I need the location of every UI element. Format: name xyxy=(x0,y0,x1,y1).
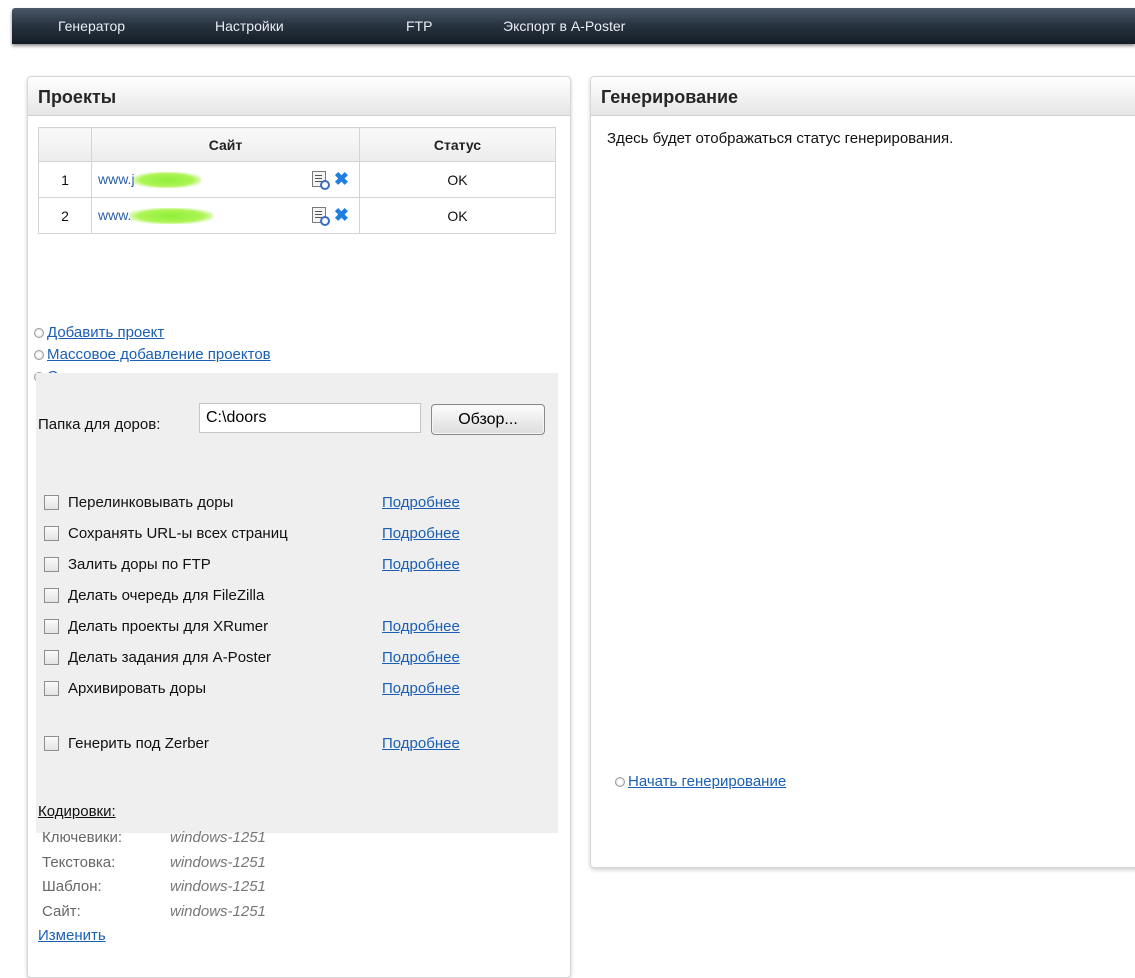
option-label: Залить доры по FTP xyxy=(68,556,211,573)
bulk-add-projects-link[interactable]: Массовое добавление проектов xyxy=(47,346,271,363)
generation-panel: Генерирование Здесь будет отображаться с… xyxy=(590,76,1135,868)
encoding-value: windows-1251 xyxy=(170,903,266,920)
details-link[interactable]: Подробнее xyxy=(382,680,460,697)
checkbox[interactable] xyxy=(44,680,59,696)
delete-icon[interactable]: ✖ xyxy=(334,206,349,224)
projects-table: Сайт Статус 1 www.j ✖ OK 2 www. ✖ OK xyxy=(38,127,556,234)
bullet-icon xyxy=(34,327,44,338)
column-header-site: Сайт xyxy=(91,127,360,162)
column-header-num xyxy=(38,127,92,162)
encoding-row: Текстовка: windows-1251 xyxy=(42,854,266,871)
option-row: Сохранять URL-ы всех страниц Подробнее xyxy=(44,525,460,545)
details-link[interactable]: Подробнее xyxy=(382,494,460,511)
option-row: Генерить под Zerber Подробнее xyxy=(44,735,460,755)
row-number: 2 xyxy=(38,197,92,234)
encoding-label: Шаблон: xyxy=(42,878,102,895)
generation-status-text: Здесь будет отображаться статус генериро… xyxy=(607,130,954,147)
encoding-row: Ключевики: windows-1251 xyxy=(42,829,266,846)
table-header-row: Сайт Статус xyxy=(38,127,556,162)
view-document-icon[interactable] xyxy=(311,207,330,227)
table-row: 1 www.j ✖ OK xyxy=(38,161,556,198)
option-label: Генерить под Zerber xyxy=(68,735,209,752)
blurred-overlay xyxy=(129,208,214,225)
status-cell: OK xyxy=(359,161,556,198)
add-project-link[interactable]: Добавить проект xyxy=(47,324,164,341)
encoding-value: windows-1251 xyxy=(170,878,266,895)
option-label: Сохранять URL-ы всех страниц xyxy=(68,525,288,542)
top-nav: Генератор Настройки FTP Экспорт в A-Post… xyxy=(12,8,1135,44)
option-label: Делать задания для A-Poster xyxy=(68,649,272,666)
delete-icon[interactable]: ✖ xyxy=(334,170,349,188)
projects-panel-header: Проекты xyxy=(28,77,570,116)
row-actions: ✖ xyxy=(311,206,349,227)
checkbox[interactable] xyxy=(44,525,59,541)
option-row: Делать очередь для FileZilla xyxy=(44,587,264,607)
option-row: Делать задания для A-Poster Подробнее xyxy=(44,649,460,669)
nav-ftp[interactable]: FTP xyxy=(406,18,432,34)
nav-settings[interactable]: Настройки xyxy=(215,18,284,34)
encoding-value: windows-1251 xyxy=(170,854,266,871)
projects-panel: Проекты Сайт Статус 1 www.j ✖ OK 2 www. … xyxy=(27,76,571,978)
encoding-value: windows-1251 xyxy=(170,829,266,846)
row-actions: ✖ xyxy=(311,170,349,191)
option-label: Перелинковывать доры xyxy=(68,494,234,511)
change-encodings-link[interactable]: Изменить xyxy=(38,927,106,944)
option-row: Делать проекты для XRumer Подробнее xyxy=(44,618,460,638)
details-link[interactable]: Подробнее xyxy=(382,735,460,752)
site-url: www. xyxy=(98,206,132,223)
start-generation-link[interactable]: Начать генерирование xyxy=(628,773,786,790)
column-header-status: Статус xyxy=(359,127,556,162)
blurred-overlay xyxy=(132,172,201,189)
checkbox[interactable] xyxy=(44,587,59,603)
details-link[interactable]: Подробнее xyxy=(382,618,460,635)
settings-area: Папка для доров: Обзор... Перелинковыват… xyxy=(36,373,558,944)
checkbox[interactable] xyxy=(44,649,59,665)
site-cell: www. ✖ xyxy=(91,197,360,234)
option-row: Архивировать доры Подробнее xyxy=(44,680,460,700)
bullet-icon xyxy=(615,776,625,787)
option-label: Делать проекты для XRumer xyxy=(68,618,269,635)
option-label: Делать очередь для FileZilla xyxy=(68,587,265,604)
details-link[interactable]: Подробнее xyxy=(382,525,460,542)
folder-label: Папка для доров: xyxy=(38,416,161,433)
option-row: Залить доры по FTP Подробнее xyxy=(44,556,460,576)
view-document-icon[interactable] xyxy=(311,171,330,191)
details-link[interactable]: Подробнее xyxy=(382,649,460,666)
site-cell: www.j ✖ xyxy=(91,161,360,198)
row-number: 1 xyxy=(38,161,92,198)
generation-title: Генерирование xyxy=(601,87,739,107)
checkbox[interactable] xyxy=(44,494,59,510)
nav-generator[interactable]: Генератор xyxy=(58,18,125,34)
list-item: Добавить проект xyxy=(34,322,271,344)
option-label: Архивировать доры xyxy=(68,680,206,697)
status-cell: OK xyxy=(359,197,556,234)
checkbox[interactable] xyxy=(44,556,59,572)
nav-export-a-poster[interactable]: Экспорт в A-Poster xyxy=(503,18,625,34)
encoding-row: Шаблон: windows-1251 xyxy=(42,878,266,895)
checkbox[interactable] xyxy=(44,735,59,751)
option-row: Перелинковывать доры Подробнее xyxy=(44,494,460,514)
start-generation-item: Начать генерирование xyxy=(615,773,786,791)
generation-panel-header: Генерирование xyxy=(591,77,1135,116)
details-link[interactable]: Подробнее xyxy=(382,556,460,573)
checkbox[interactable] xyxy=(44,618,59,634)
encoding-label: Сайт: xyxy=(42,903,81,920)
folder-input[interactable] xyxy=(199,403,421,433)
encoding-label: Текстовка: xyxy=(42,854,116,871)
encoding-row: Сайт: windows-1251 xyxy=(42,903,266,920)
list-item: Массовое добавление проектов xyxy=(34,344,271,366)
encoding-label: Ключевики: xyxy=(42,829,123,846)
encodings-title: Кодировки: xyxy=(38,803,116,820)
site-url: www.j xyxy=(98,170,135,187)
table-row: 2 www. ✖ OK xyxy=(38,197,556,234)
bullet-icon xyxy=(34,349,44,360)
browse-button[interactable]: Обзор... xyxy=(431,404,545,435)
projects-title: Проекты xyxy=(38,87,117,107)
